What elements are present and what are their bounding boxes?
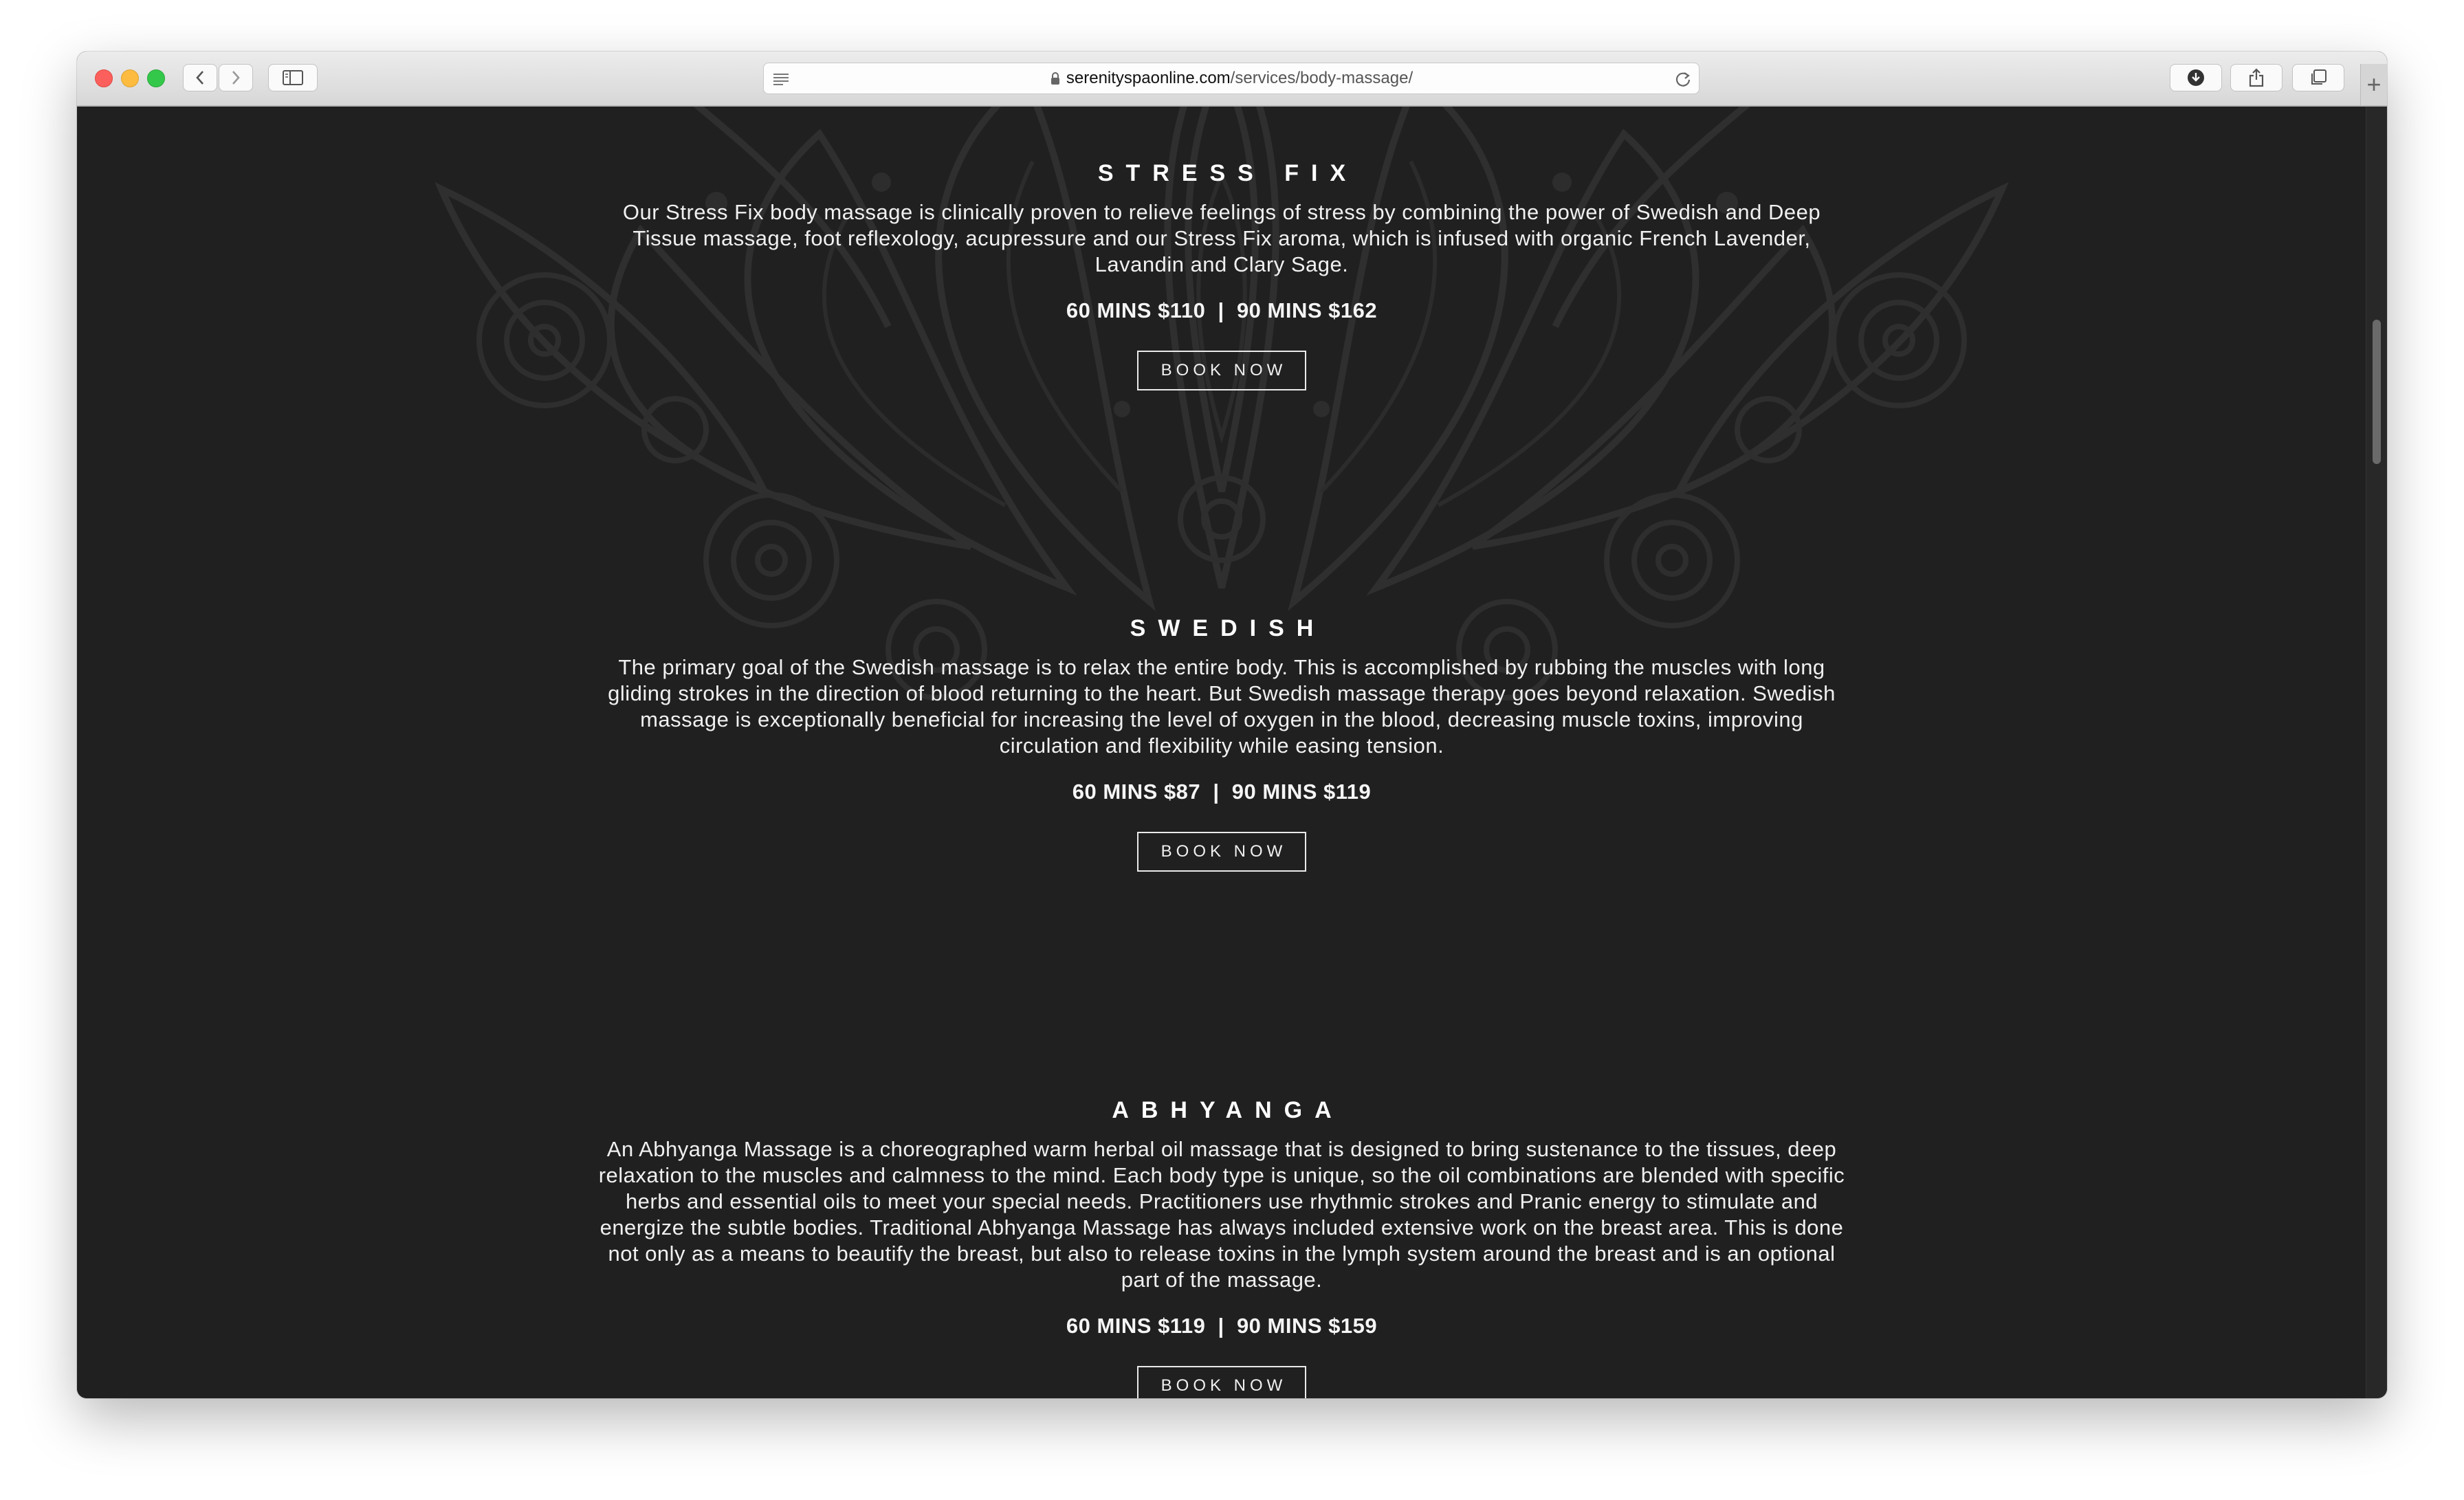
forward-button[interactable] <box>219 64 253 91</box>
service-price: 60 MINS $110 | 90 MINS $162 <box>1066 298 1378 322</box>
sidebar-icon <box>283 70 303 85</box>
share-icon <box>2249 68 2264 87</box>
reload-icon[interactable] <box>1674 70 1692 88</box>
book-now-button[interactable]: BOOK NOW <box>1137 832 1306 872</box>
browser-window: serenityspaonline.com/services/body-mass… <box>77 52 2387 1398</box>
vertical-scrollbar[interactable] <box>2366 107 2387 1398</box>
url-host: serenityspaonline.com <box>1066 69 1231 87</box>
service-stress-fix: STRESS FIX Our Stress Fix body massage i… <box>77 160 2366 390</box>
scrollbar-thumb[interactable] <box>2373 320 2381 464</box>
address-bar[interactable]: serenityspaonline.com/services/body-mass… <box>763 63 1700 94</box>
service-price: 60 MINS $87 | 90 MINS $119 <box>1072 780 1372 804</box>
url-path: /services/body-massage/ <box>1230 69 1414 87</box>
service-description: Our Stress Fix body massage is clinicall… <box>622 200 1821 276</box>
downloads-button[interactable] <box>2170 64 2222 91</box>
service-description: An Abhyanga Massage is a choreographed w… <box>598 1137 1845 1292</box>
book-now-button[interactable]: BOOK NOW <box>1137 351 1306 390</box>
service-title: ABHYANGA <box>1112 1097 1344 1123</box>
service-title: SWEDISH <box>1130 615 1326 641</box>
browser-toolbar: serenityspaonline.com/services/body-mass… <box>77 52 2387 107</box>
chevron-right-icon <box>232 71 240 85</box>
lock-icon <box>1050 72 1059 85</box>
chevron-left-icon <box>196 71 204 85</box>
download-icon <box>2188 69 2204 86</box>
url-text: serenityspaonline.com/services/body-mass… <box>764 63 1699 93</box>
page-content: STRESS FIX Our Stress Fix body massage i… <box>77 107 2366 1398</box>
back-button[interactable] <box>183 64 217 91</box>
service-swedish: SWEDISH The primary goal of the Swedish … <box>77 615 2366 872</box>
service-title: STRESS FIX <box>1097 160 1358 186</box>
share-button[interactable] <box>2230 64 2282 91</box>
sidebar-toggle-button[interactable] <box>268 64 318 91</box>
zoom-window-button[interactable] <box>147 69 165 87</box>
service-abhyanga: ABHYANGA An Abhyanga Massage is a choreo… <box>77 1097 2366 1398</box>
book-now-button[interactable]: BOOK NOW <box>1137 1366 1306 1398</box>
service-description: The primary goal of the Swedish massage … <box>608 655 1836 758</box>
tabs-overview-button[interactable] <box>2292 64 2344 91</box>
close-window-button[interactable] <box>95 69 113 87</box>
new-tab-button[interactable]: + <box>2360 64 2387 105</box>
minimize-window-button[interactable] <box>121 69 139 87</box>
tabs-icon <box>2311 69 2326 85</box>
service-price: 60 MINS $119 | 90 MINS $159 <box>1066 1314 1378 1338</box>
